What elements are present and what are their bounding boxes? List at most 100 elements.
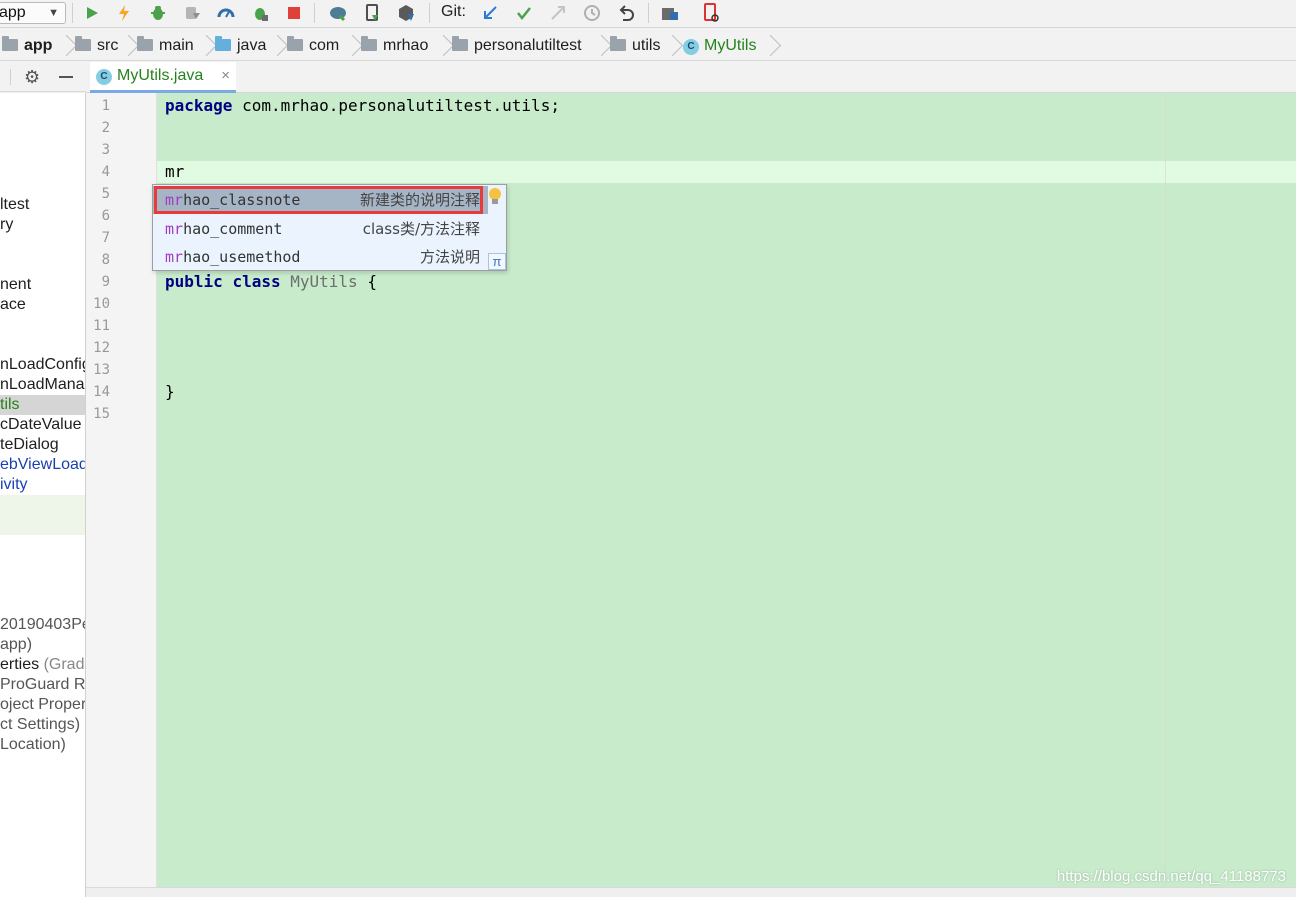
gradle-sync-icon[interactable] (326, 2, 350, 24)
tree-item[interactable]: nLoadConfig (0, 355, 85, 375)
selection-annotation-box (154, 186, 483, 214)
breadcrumb-item-com[interactable]: com (287, 36, 340, 55)
debug-icon[interactable] (146, 2, 170, 24)
attach-debugger-icon[interactable] (180, 2, 204, 24)
line-number: 5 (101, 186, 110, 202)
vcs-commit-icon[interactable] (512, 2, 536, 24)
source-folder-icon (215, 36, 231, 51)
tab-myutils-java[interactable]: C MyUtils.java × (90, 62, 236, 93)
apply-changes-icon[interactable] (112, 2, 136, 24)
tree-item[interactable]: oject Proper (0, 695, 85, 715)
tree-item[interactable]: ace (0, 295, 26, 315)
line-number: 6 (101, 208, 110, 224)
editor-bottom-strip (86, 887, 1296, 897)
breadcrumb-item-mrhao[interactable]: mrhao (361, 36, 428, 55)
line-number: 4 (101, 164, 110, 180)
line-number: 9 (101, 274, 110, 290)
lightbulb-icon[interactable] (487, 187, 503, 207)
code-line-4: mr (165, 162, 185, 181)
match-highlight: mr (165, 220, 184, 238)
close-icon[interactable]: × (221, 62, 230, 90)
tree-item[interactable]: nent (0, 275, 31, 295)
pi-icon[interactable]: π (488, 253, 506, 270)
breadcrumb-item-personalutiltest[interactable]: personalutiltest (452, 36, 582, 55)
gear-icon[interactable]: ⚙ (24, 67, 40, 88)
project-panel-header: ⚙ (0, 62, 86, 92)
breadcrumb-item-main[interactable]: main (137, 36, 194, 55)
vcs-revert-icon[interactable] (614, 2, 638, 24)
right-margin-guide (1165, 93, 1166, 887)
profile-icon[interactable] (214, 2, 238, 24)
match-highlight: mr (165, 248, 184, 266)
tree-item[interactable]: Location) (0, 735, 66, 755)
line-number: 14 (93, 384, 110, 400)
line-number: 13 (93, 362, 110, 378)
code-completion-popup: mrhao_classnote 新建类的说明注释 mrhao_comment c… (152, 184, 507, 271)
breadcrumb-separator (126, 35, 136, 59)
stop-icon[interactable] (282, 2, 306, 24)
run-config-select[interactable]: app ▼ (0, 2, 66, 24)
completion-name: mrhao_comment (165, 215, 282, 243)
line-number: 3 (101, 142, 110, 158)
line-number: 1 (101, 98, 110, 114)
breadcrumb-label: java (237, 37, 267, 54)
tree-item[interactable]: app) (0, 635, 32, 655)
vcs-history-icon[interactable] (580, 2, 604, 24)
keyword: package (165, 96, 233, 115)
breadcrumb-item-myutils[interactable]: C MyUtils (683, 37, 756, 55)
sdk-manager-icon[interactable] (394, 2, 418, 24)
device-file-explorer-icon[interactable] (700, 2, 724, 24)
vcs-compare-icon[interactable] (546, 2, 570, 24)
tree-item[interactable]: ivity (0, 475, 28, 495)
breadcrumb-separator (64, 35, 74, 59)
breadcrumb-label: personalutiltest (474, 37, 582, 54)
tree-item[interactable]: ebViewLoad (0, 455, 85, 475)
project-tree: ltest ry nent ace nLoadConfig nLoadMana … (0, 93, 86, 897)
breadcrumb-separator (599, 35, 609, 59)
tree-item-selected[interactable]: tils (0, 395, 85, 415)
line-number: 10 (93, 296, 110, 312)
package-icon (287, 36, 303, 51)
package-icon (361, 36, 377, 51)
tree-item[interactable]: ry (0, 215, 13, 235)
breadcrumb-item-src[interactable]: src (75, 36, 118, 55)
apply-code-changes-icon[interactable] (248, 2, 272, 24)
breadcrumb-label: MyUtils (704, 37, 757, 54)
line-number-gutter: 1 2 3 4 5 6 7 8 9 10 11 12 13 14 15 (86, 93, 157, 887)
tree-item[interactable]: teDialog (0, 435, 59, 455)
tree-item[interactable]: erties (Grad (0, 655, 84, 675)
breadcrumb-label: com (309, 37, 340, 54)
toolbar-separator (314, 3, 315, 23)
breadcrumb-separator (441, 35, 451, 59)
tree-item[interactable]: ProGuard Ru (0, 675, 85, 695)
toolbar-separator (648, 3, 649, 23)
vcs-update-icon[interactable] (478, 2, 502, 24)
breadcrumb-item-utils[interactable]: utils (610, 36, 661, 55)
completion-description: class类/方法注释 (362, 220, 480, 238)
main-toolbar: app ▼ Git: (0, 0, 1296, 28)
breadcrumb-label: utils (632, 37, 661, 54)
class-icon: C (96, 69, 112, 85)
keyword: class (232, 272, 281, 291)
caret-line-highlight (157, 161, 1296, 183)
breadcrumb-separator (275, 35, 285, 59)
avd-manager-icon[interactable] (360, 2, 384, 24)
run-icon[interactable] (80, 2, 104, 24)
tree-item[interactable]: 20190403Pe (0, 615, 85, 635)
toolbar-separator (429, 3, 430, 23)
completion-rest: hao_comment (183, 220, 283, 238)
tree-item[interactable]: ct Settings) (0, 715, 80, 735)
completion-description: 方法说明 (419, 248, 480, 266)
completion-item[interactable]: mrhao_usemethod 方法说明 (153, 243, 488, 271)
code-line-1: package com.mrhao.personalutiltest.utils… (165, 96, 560, 115)
folder-icon (137, 36, 153, 51)
project-structure-icon[interactable] (658, 2, 682, 24)
tree-item[interactable]: nLoadMana (0, 375, 85, 395)
hide-panel-icon[interactable] (59, 76, 73, 78)
watermark: https://blog.csdn.net/qq_41188773 (1056, 868, 1286, 885)
completion-item[interactable]: mrhao_comment class类/方法注释 (153, 215, 488, 243)
breadcrumb-item-java[interactable]: java (215, 36, 267, 55)
tree-item[interactable]: cDateValue (0, 415, 82, 435)
tree-item[interactable]: ltest (0, 195, 29, 215)
breadcrumb-item-app[interactable]: app (2, 36, 52, 55)
